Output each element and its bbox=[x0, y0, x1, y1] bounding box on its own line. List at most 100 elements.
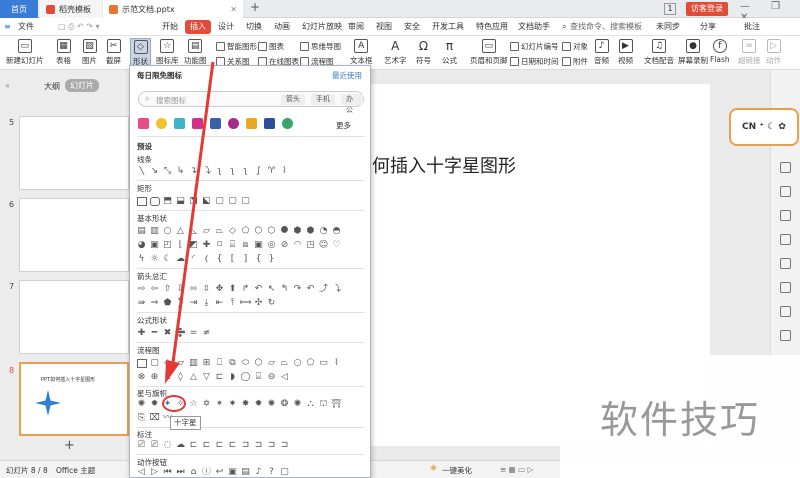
action-custom-shape[interactable]: ▢ bbox=[279, 467, 290, 478]
tab-outline[interactable]: 大纲 bbox=[44, 81, 60, 92]
quick-access-icons[interactable]: ▢ ⎙ ↶ ↷ ▾ bbox=[58, 20, 100, 34]
menu-security[interactable]: 安全 bbox=[404, 20, 420, 34]
audio-button[interactable]: ♪ 音频 bbox=[594, 39, 609, 66]
heptagon-shape[interactable]: ⬡ bbox=[266, 226, 277, 237]
view-mode-icons[interactable]: ≡ ▦ ▭ ▷ bbox=[500, 465, 533, 474]
video-button[interactable]: ▶ 视频 bbox=[618, 39, 633, 66]
multiply-shape[interactable]: ✖ bbox=[162, 328, 173, 339]
menu-home[interactable]: 开始 bbox=[162, 20, 178, 34]
down-arrow-shape[interactable]: ⇩ bbox=[175, 284, 186, 295]
display-shape[interactable]: ◁ bbox=[279, 372, 290, 383]
teardrop-shape[interactable]: ◕ bbox=[136, 240, 147, 251]
oval-callout-shape[interactable]: ◌ bbox=[162, 440, 173, 451]
round-rectangle-shape[interactable]: ▢ bbox=[240, 196, 251, 207]
bent-up-arrow-shape[interactable]: ↰ bbox=[279, 284, 290, 295]
right-brace-shape[interactable]: } bbox=[266, 254, 277, 265]
line-callout-shape[interactable]: ⊐ bbox=[253, 440, 264, 451]
elbow-double-arrow-shape[interactable]: ⤵ bbox=[201, 166, 212, 177]
left-brace-shape[interactable]: { bbox=[253, 254, 264, 265]
half-frame-shape[interactable]: ◰ bbox=[162, 240, 173, 251]
sun-shape[interactable]: ☼ bbox=[149, 254, 160, 265]
quad-callout-shape[interactable]: ✣ bbox=[253, 298, 264, 309]
free-icon[interactable] bbox=[228, 118, 239, 129]
sidebar-tool-icon[interactable] bbox=[780, 330, 791, 341]
header-footer-button[interactable]: ▭ 页眉和页脚 bbox=[470, 39, 508, 66]
curved-arrow-shape[interactable]: ʅ bbox=[227, 166, 238, 177]
command-search[interactable]: 查找命令、搜索模板 bbox=[570, 20, 642, 34]
line-callout-shape[interactable]: ⊐ bbox=[240, 440, 251, 451]
connector-shape[interactable]: ○ bbox=[292, 358, 303, 369]
magnetic-disk-shape[interactable]: ⌸ bbox=[253, 372, 264, 383]
star-24-shape[interactable]: ❂ bbox=[279, 399, 290, 410]
menu-transitions[interactable]: 切换 bbox=[246, 20, 262, 34]
new-tab-button[interactable]: + bbox=[250, 0, 260, 14]
menu-view[interactable]: 视图 bbox=[376, 20, 392, 34]
manual-operation-shape[interactable]: ⏢ bbox=[279, 358, 290, 369]
punched-tape-shape[interactable]: ⌇ bbox=[331, 358, 342, 369]
diagonal-stripe-shape[interactable]: ◩ bbox=[188, 240, 199, 251]
star-8-shape[interactable]: ✷ bbox=[227, 399, 238, 410]
sequential-storage-shape[interactable]: ◯ bbox=[240, 372, 251, 383]
right-bracket-shape[interactable]: ] bbox=[240, 254, 251, 265]
curved-up-ribbon-shape[interactable]: ⛩ bbox=[331, 399, 342, 410]
datetime-button[interactable]: 日期和时间 bbox=[510, 56, 559, 67]
free-icon[interactable] bbox=[246, 118, 257, 129]
slide-thumbnail[interactable] bbox=[19, 116, 129, 190]
bracket-pair-shape[interactable]: ⦅ bbox=[201, 254, 212, 265]
decision-shape[interactable]: ◇ bbox=[162, 358, 173, 369]
free-icon[interactable] bbox=[138, 118, 149, 129]
cloud-callout-shape[interactable]: ☁ bbox=[175, 440, 186, 451]
up-arrow-shape[interactable]: ⇧ bbox=[162, 284, 173, 295]
curved-left-arrow-shape[interactable]: ↶ bbox=[305, 284, 316, 295]
curved-up-arrow-shape[interactable]: ⤴ bbox=[318, 284, 329, 295]
left-callout-arrow-shape[interactable]: ⇤ bbox=[214, 298, 225, 309]
table-button[interactable]: ▦ 表格 bbox=[56, 39, 71, 66]
sidebar-tool-icon[interactable] bbox=[780, 306, 791, 317]
free-icon[interactable] bbox=[264, 118, 275, 129]
striped-arrow-shape[interactable]: ⇛ bbox=[136, 298, 147, 309]
left-bracket-shape[interactable]: [ bbox=[227, 254, 238, 265]
explosion-2-shape[interactable]: ✹ bbox=[149, 399, 160, 410]
rectangular-callout-shape[interactable]: ⎚ bbox=[136, 440, 147, 451]
icon-search-box[interactable]: ⌕ 搜索图标 箭头 手机 办公 bbox=[138, 91, 364, 114]
action-button[interactable]: ▷ 动作 bbox=[766, 39, 781, 66]
curved-connector-shape[interactable]: ʅ bbox=[214, 166, 225, 177]
explosion-shape[interactable]: ✺ bbox=[136, 399, 147, 410]
brace-pair-shape[interactable]: { bbox=[214, 254, 225, 265]
mind-map-button[interactable]: 思维导图 bbox=[300, 41, 341, 52]
curved-double-arrow-shape[interactable]: ʅ bbox=[240, 166, 251, 177]
chart-button[interactable]: 图表 bbox=[258, 41, 284, 52]
terminator-shape[interactable]: ⬭ bbox=[240, 358, 251, 369]
preparation-shape[interactable]: ⬡ bbox=[253, 358, 264, 369]
menu-doc-assistant[interactable]: 文档助手 bbox=[518, 20, 550, 34]
elbow-arrow-shape[interactable]: ↴ bbox=[188, 166, 199, 177]
free-icon[interactable] bbox=[282, 118, 293, 129]
slide-thumbnail[interactable] bbox=[19, 198, 129, 272]
up-down-arrow-shape[interactable]: ⇳ bbox=[201, 284, 212, 295]
snip-rectangle-shape[interactable]: ⬓ bbox=[175, 196, 186, 207]
pie-shape[interactable]: ◔ bbox=[318, 226, 329, 237]
notched-arrow-shape[interactable]: ⇒ bbox=[149, 298, 160, 309]
summing-junction-shape[interactable]: ⊗ bbox=[136, 372, 147, 383]
bevel-shape[interactable]: ▣ bbox=[253, 240, 264, 251]
diamond-shape[interactable]: ◇ bbox=[227, 226, 238, 237]
screen-record-button[interactable]: ● 屏幕录制 bbox=[678, 39, 708, 66]
trapezoid-shape[interactable]: ⏢ bbox=[214, 226, 225, 237]
rounded-callout-shape[interactable]: ⎚ bbox=[149, 440, 160, 451]
line-callout-shape[interactable]: ⊐ bbox=[266, 440, 277, 451]
smiley-shape[interactable]: ☺ bbox=[318, 240, 329, 251]
menu-file[interactable]: 文件 bbox=[18, 20, 34, 34]
freeform-shape[interactable]: ♈ bbox=[266, 166, 277, 177]
menu-developer[interactable]: 开发工具 bbox=[432, 20, 464, 34]
double-arrow-line-shape[interactable]: ⤡ bbox=[162, 166, 173, 177]
arrow-line-shape[interactable]: ↘ bbox=[149, 166, 160, 177]
more-icons-link[interactable]: 更多 bbox=[336, 120, 351, 131]
sidebar-tool-icon[interactable] bbox=[780, 162, 791, 173]
flash-button[interactable]: f Flash bbox=[710, 39, 730, 64]
right-callout-arrow-shape[interactable]: ⇥ bbox=[188, 298, 199, 309]
u-turn-arrow-shape[interactable]: ↶ bbox=[253, 284, 264, 295]
sidebar-tool-icon[interactable] bbox=[780, 210, 791, 221]
pentagon-arrow-shape[interactable]: ⬟ bbox=[162, 298, 173, 309]
menu-slideshow[interactable]: 幻灯片放映 bbox=[302, 20, 342, 34]
recent-link[interactable]: 最近使用 bbox=[332, 70, 362, 81]
